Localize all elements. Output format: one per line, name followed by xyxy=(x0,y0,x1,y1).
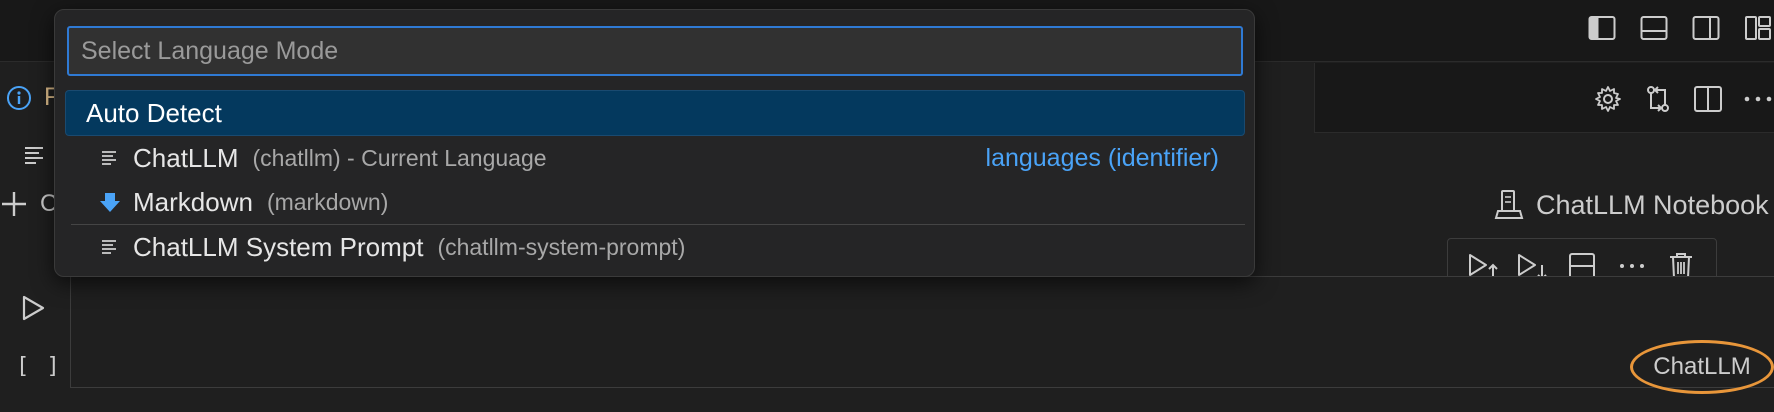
kernel-picker[interactable]: ChatLLM Notebook xyxy=(1494,188,1769,222)
toggle-secondary-sidebar-icon[interactable] xyxy=(1690,12,1722,44)
execution-count: [ ] xyxy=(16,354,62,379)
code-cell-editor[interactable] xyxy=(70,276,1774,388)
customize-layout-icon[interactable] xyxy=(1742,12,1774,44)
markdown-arrow-icon xyxy=(99,191,121,213)
plus-icon xyxy=(2,192,26,216)
option-name: ChatLLM xyxy=(133,142,239,173)
lines-icon xyxy=(99,147,121,169)
option-description: (chatllm) - Current Language xyxy=(252,144,547,171)
option-name: ChatLLM System Prompt xyxy=(133,231,424,262)
kernel-icon xyxy=(1494,190,1524,219)
layout-controls xyxy=(1586,12,1774,44)
option-description: (chatllm-system-prompt) xyxy=(437,233,686,260)
language-option-chatllm-system-prompt[interactable]: ChatLLM System Prompt (chatllm-system-pr… xyxy=(65,225,1245,269)
kernel-label: ChatLLM Notebook xyxy=(1536,189,1769,220)
language-list: Auto Detect ChatLLM (chatllm) - Current … xyxy=(65,90,1245,269)
gear-icon[interactable] xyxy=(1592,83,1624,115)
language-option-markdown[interactable]: Markdown (markdown) xyxy=(65,180,1245,224)
option-description: (markdown) xyxy=(266,188,389,215)
option-name: Auto Detect xyxy=(86,97,222,128)
run-cell-icon[interactable] xyxy=(18,293,48,323)
toggle-panel-icon[interactable] xyxy=(1638,12,1670,44)
option-group-label: languages (identifier) xyxy=(985,143,1219,172)
add-code-cell-button[interactable]: C xyxy=(0,188,60,220)
language-search-input[interactable] xyxy=(67,26,1243,76)
more-actions-icon[interactable] xyxy=(1742,83,1774,115)
cell-language-indicator[interactable]: ChatLLM xyxy=(1630,340,1774,394)
compare-changes-icon[interactable] xyxy=(1642,83,1674,115)
editor-actions xyxy=(1592,83,1774,115)
info-icon xyxy=(7,86,31,110)
option-name: Markdown xyxy=(133,186,253,217)
lines-icon xyxy=(99,236,121,258)
split-editor-icon[interactable] xyxy=(1692,83,1724,115)
toggle-primary-sidebar-icon[interactable] xyxy=(1586,12,1618,44)
language-option-chatllm[interactable]: ChatLLM (chatllm) - Current Language lan… xyxy=(65,136,1245,180)
language-option-auto-detect[interactable]: Auto Detect xyxy=(65,90,1245,136)
language-mode-quick-pick: Auto Detect ChatLLM (chatllm) - Current … xyxy=(54,9,1255,277)
outline-icon[interactable] xyxy=(22,143,48,169)
